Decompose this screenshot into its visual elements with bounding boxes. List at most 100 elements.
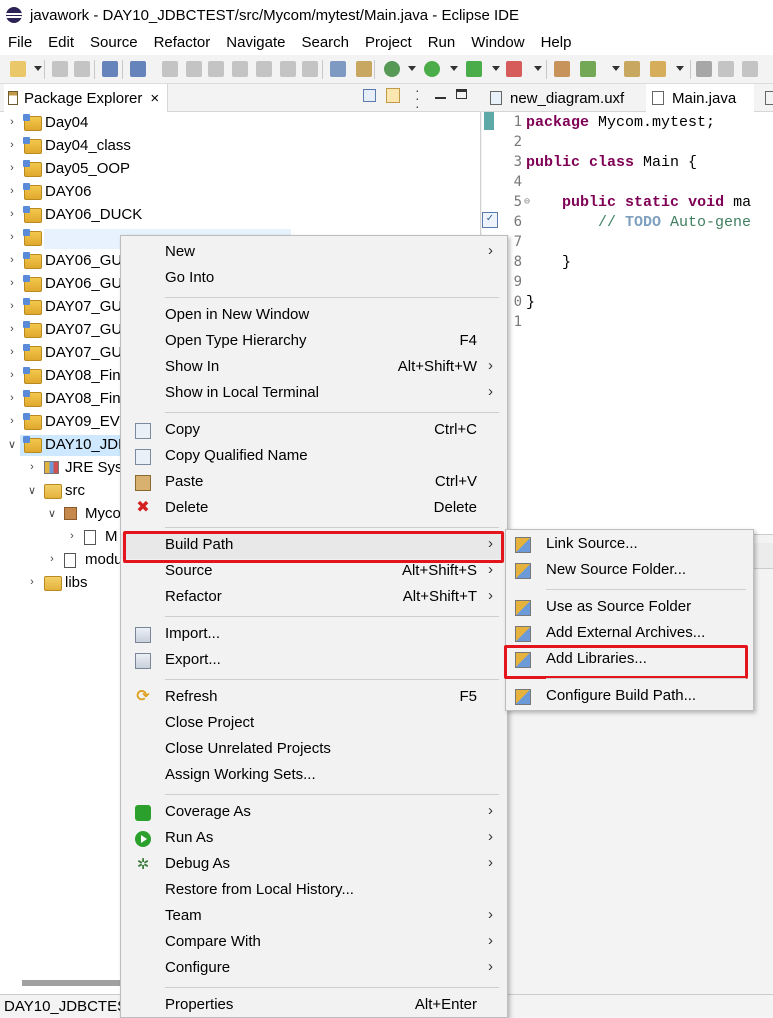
submenu-item-use-as-source-folder[interactable]: Use as Source Folder [506,595,753,621]
toolbar-button-icon[interactable] [718,61,734,77]
menu-window[interactable]: Window [471,34,524,51]
collapsed-twisty-icon[interactable]: › [7,208,17,220]
tab-main-java[interactable]: Main.java [646,84,754,112]
toolbar-button-icon[interactable] [186,61,202,77]
more-tabs-icon[interactable] [765,91,773,105]
toolbar-button-icon[interactable] [52,61,68,77]
collapsed-twisty-icon[interactable]: › [27,576,37,588]
toolbar-button-icon[interactable] [466,61,482,77]
toolbar-button-icon[interactable] [162,61,178,77]
dropdown-arrow-icon[interactable] [492,66,500,71]
submenu-item-link-source[interactable]: Link Source... [506,532,753,558]
menu-item-copy[interactable]: Copy Ctrl+C [121,418,507,444]
menu-edit[interactable]: Edit [48,34,74,51]
toolbar-button-icon[interactable] [580,61,596,77]
tab-new-diagram-uxf[interactable]: new_diagram.uxf [484,84,642,112]
dropdown-arrow-icon[interactable] [612,66,620,71]
menu-item-configure[interactable]: Configure › [121,956,507,982]
collapsed-twisty-icon[interactable]: › [7,300,17,312]
toolbar-button-icon[interactable] [356,61,372,77]
toolbar-button-icon[interactable] [280,61,296,77]
toolbar-button-icon[interactable] [130,61,146,77]
minimize-icon[interactable] [435,97,446,99]
toolbar-button-icon[interactable] [10,61,26,77]
expanded-twisty-icon[interactable]: ∨ [27,484,37,497]
collapse-all-icon[interactable] [363,89,376,102]
collapsed-twisty-icon[interactable]: › [27,461,37,473]
collapsed-twisty-icon[interactable]: › [47,553,57,565]
menu-item-show-in-local-terminal[interactable]: Show in Local Terminal › [121,381,507,407]
submenu-item-add-libraries[interactable]: Add Libraries... [504,645,753,679]
menu-project[interactable]: Project [365,34,412,51]
tree-item-day04-class[interactable]: › Day04_class [0,135,480,158]
menu-item-go-into[interactable]: Go Into [121,266,507,292]
toolbar-button-icon[interactable] [74,61,90,77]
dropdown-arrow-icon[interactable] [450,66,458,71]
menu-item-close-project[interactable]: Close Project [121,711,507,737]
toolbar-button-icon[interactable] [554,61,570,77]
close-icon[interactable]: × [150,90,159,107]
menu-item-new[interactable]: New › [121,240,507,266]
toolbar-button-icon[interactable] [742,61,758,77]
submenu-item-new-source-folder[interactable]: New Source Folder... [506,558,753,584]
menu-item-show-in[interactable]: Show In Alt+Shift+W › [121,355,507,381]
toolbar-button-icon[interactable] [208,61,224,77]
collapsed-twisty-icon[interactable]: › [7,415,17,427]
menu-item-compare-with[interactable]: Compare With › [121,930,507,956]
collapsed-twisty-icon[interactable]: › [7,346,17,358]
menu-refactor[interactable]: Refactor [154,34,211,51]
menu-item-refactor[interactable]: Refactor Alt+Shift+T › [121,585,507,611]
menu-item-coverage-as[interactable]: Coverage As › [121,800,507,826]
tab-package-explorer[interactable]: Package Explorer × [4,84,169,112]
tree-item-day06[interactable]: › DAY06 [0,181,480,204]
menu-item-export[interactable]: Export... [121,648,507,674]
collapsed-twisty-icon[interactable]: › [7,369,17,381]
code-area[interactable]: package Mycom.mytest; public class Main {… [526,112,773,534]
toolbar-button-icon[interactable] [384,61,400,77]
toolbar-button-icon[interactable] [302,61,318,77]
dropdown-arrow-icon[interactable] [534,66,542,71]
menu-item-run-as[interactable]: Run As › [121,826,507,852]
link-with-editor-icon[interactable] [386,88,400,103]
toolbar-button-icon[interactable] [696,61,712,77]
tree-item-day04[interactable]: › Day04 [0,112,480,135]
menu-item-team[interactable]: Team › [121,904,507,930]
toolbar-button-icon[interactable] [232,61,248,77]
menu-item-import[interactable]: Import... [121,622,507,648]
collapsed-twisty-icon[interactable]: › [7,139,17,151]
menu-item-refresh[interactable]: ⟳ Refresh F5 [121,685,507,711]
collapsed-twisty-icon[interactable]: › [7,162,17,174]
dropdown-arrow-icon[interactable] [676,66,684,71]
collapsed-twisty-icon[interactable]: › [7,231,17,243]
menu-item-copy-qualified-name[interactable]: Copy Qualified Name [121,444,507,470]
menu-file[interactable]: File [8,34,32,51]
menu-item-close-unrelated-projects[interactable]: Close Unrelated Projects [121,737,507,763]
toolbar-button-icon[interactable] [624,61,640,77]
submenu-item-configure-build-path[interactable]: Configure Build Path... [506,684,753,710]
expanded-twisty-icon[interactable]: ∨ [7,438,17,451]
menu-item-paste[interactable]: Paste Ctrl+V [121,470,507,496]
menu-item-properties[interactable]: Properties Alt+Enter [121,993,507,1018]
menu-item-open-in-new-window[interactable]: Open in New Window [121,303,507,329]
maximize-icon[interactable] [456,89,467,99]
collapsed-twisty-icon[interactable]: › [7,254,17,266]
menu-item-open-type-hierarchy[interactable]: Open Type Hierarchy F4 [121,329,507,355]
collapsed-twisty-icon[interactable]: › [7,277,17,289]
menu-item-source[interactable]: Source Alt+Shift+S › [121,559,507,585]
horizontal-scrollbar[interactable] [22,980,120,986]
menu-item-debug-as[interactable]: ✲ Debug As › [121,852,507,878]
toolbar-button-icon[interactable] [102,61,118,77]
menu-navigate[interactable]: Navigate [226,34,285,51]
menu-source[interactable]: Source [90,34,138,51]
dropdown-arrow-icon[interactable] [34,66,42,71]
toolbar-button-icon[interactable] [330,61,346,77]
collapsed-twisty-icon[interactable]: › [7,392,17,404]
menu-item-restore-from-local-history[interactable]: Restore from Local History... [121,878,507,904]
menu-item-assign-working-sets[interactable]: Assign Working Sets... [121,763,507,789]
toolbar-button-icon[interactable] [424,61,440,77]
menu-help[interactable]: Help [541,34,572,51]
collapsed-twisty-icon[interactable]: › [7,116,17,128]
collapsed-twisty-icon[interactable]: › [67,530,77,542]
tree-item-day06-duck[interactable]: › DAY06_DUCK [0,204,480,227]
menu-item-delete[interactable]: ✖ Delete Delete [121,496,507,522]
